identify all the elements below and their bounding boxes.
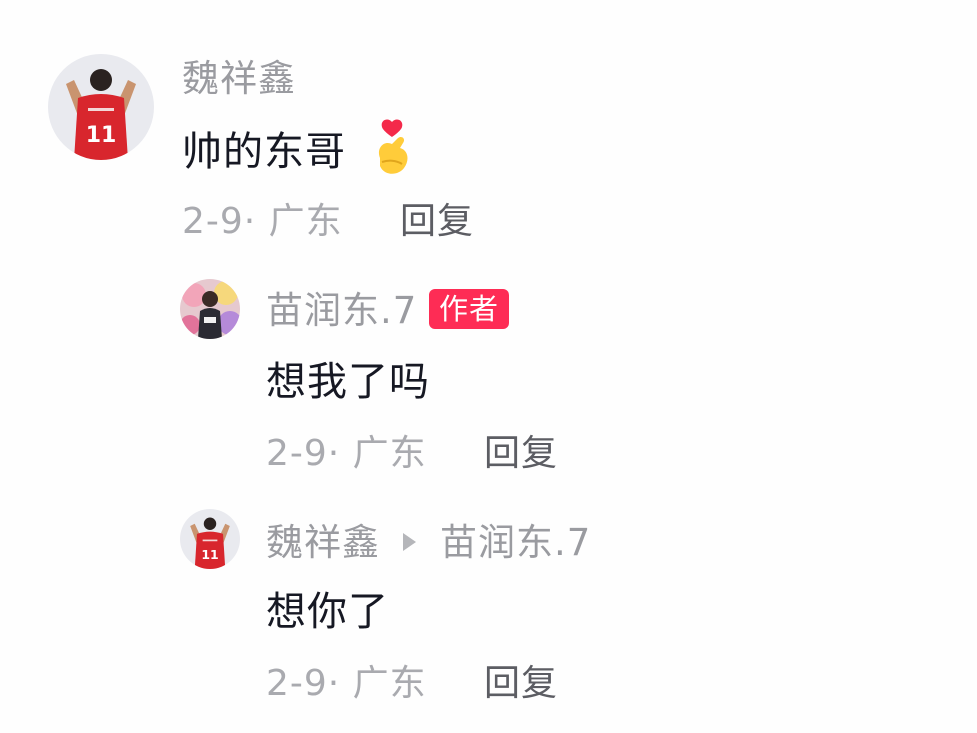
avatar[interactable]: 11 bbox=[180, 509, 240, 569]
reply-item: 苗润东.7 作者 想我了吗 2-9· 广东 回复 bbox=[0, 250, 977, 480]
comment-text: 帅的东哥 bbox=[182, 129, 346, 175]
reply-button[interactable]: 回复 bbox=[484, 436, 558, 472]
reply-username[interactable]: 苗润东.7 bbox=[266, 292, 417, 329]
reply-meta: 2-9· 广东 bbox=[266, 663, 427, 704]
avatar[interactable] bbox=[180, 279, 240, 339]
reply-meta: 2-9· 广东 bbox=[266, 433, 427, 474]
reply-button[interactable]: 回复 bbox=[400, 204, 474, 240]
reply-text: 想你了 bbox=[266, 589, 389, 635]
reply-text: 想我了吗 bbox=[266, 359, 430, 405]
avatar[interactable]: 11 bbox=[48, 54, 154, 160]
reply-username[interactable]: 魏祥鑫 bbox=[266, 524, 380, 561]
comment-username[interactable]: 魏祥鑫 bbox=[182, 60, 296, 97]
svg-text:11: 11 bbox=[201, 547, 218, 562]
svg-text:11: 11 bbox=[86, 123, 117, 148]
comment-item: 11 魏祥鑫 帅的东哥 2-9· 广东 回复 bbox=[0, 0, 977, 250]
reply-button[interactable]: 回复 bbox=[484, 666, 558, 702]
author-badge: 作者 bbox=[429, 289, 510, 329]
reply-to-username[interactable]: 苗润东.7 bbox=[440, 524, 591, 561]
reply-item: 11 魏祥鑫 苗润东.7 想你了 2-9· 广东 回复 bbox=[0, 480, 977, 733]
finger-heart-emoji-icon bbox=[378, 119, 408, 174]
reply-arrow-icon bbox=[403, 533, 416, 551]
comment-meta: 2-9· 广东 bbox=[182, 201, 343, 242]
